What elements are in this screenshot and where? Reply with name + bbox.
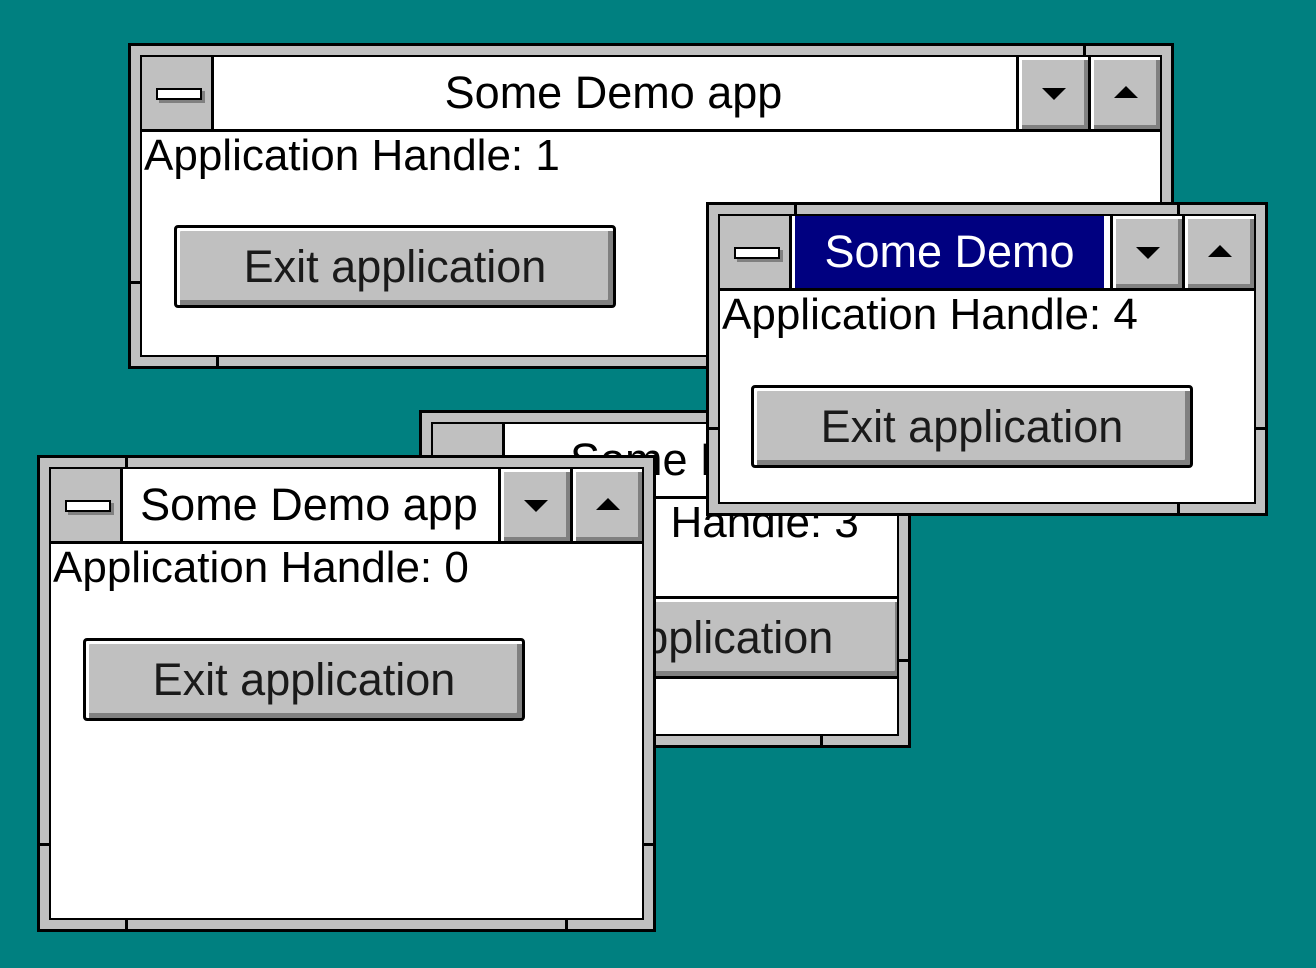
system-menu-icon[interactable]	[51, 469, 123, 541]
frame-notch	[565, 920, 568, 929]
maximize-arrow-icon	[595, 498, 620, 510]
frame-notch	[794, 205, 797, 214]
frame-notch	[1177, 205, 1180, 214]
window-client-area: Some Demo Application Handle: 4 Exit app…	[718, 214, 1256, 504]
exit-application-button[interactable]: Exit application	[174, 225, 616, 308]
exit-application-button[interactable]: Exit application	[751, 385, 1193, 468]
frame-notch	[40, 843, 49, 846]
system-menu-icon[interactable]	[142, 57, 214, 129]
application-handle-label: Application Handle: 1	[144, 131, 560, 180]
application-handle-label: Application Handle: 0	[53, 543, 469, 592]
maximize-arrow-icon	[1113, 86, 1138, 98]
frame-notch	[125, 458, 128, 467]
frame-notch	[131, 281, 140, 284]
frame-notch	[709, 427, 718, 430]
maximize-arrow-icon	[1207, 245, 1232, 257]
frame-notch	[1177, 504, 1180, 513]
frame-notch	[644, 843, 653, 846]
window-handle-4[interactable]: Some Demo Application Handle: 4 Exit app…	[706, 202, 1268, 516]
frame-notch	[125, 920, 128, 929]
desktop: Some Demo app Application Handle: 1 Exit…	[0, 0, 1316, 968]
title-bar[interactable]: Some Demo app	[51, 469, 642, 544]
frame-notch	[1256, 427, 1265, 430]
title-bar[interactable]: Some Demo	[720, 216, 1254, 291]
minimize-arrow-icon	[1135, 247, 1160, 259]
maximize-button[interactable]	[1088, 57, 1160, 129]
window-title: Some Demo	[795, 216, 1104, 288]
minimize-arrow-icon	[523, 500, 548, 512]
minimize-button[interactable]	[1016, 57, 1088, 129]
minimize-button[interactable]	[498, 469, 570, 541]
title-bar[interactable]: Some Demo app	[142, 57, 1160, 132]
minimize-arrow-icon	[1041, 88, 1066, 100]
window-client-area: Some Demo app Application Handle: 0 Exit…	[49, 467, 644, 920]
minimize-button[interactable]	[1110, 216, 1182, 288]
window-title: Some Demo app	[444, 67, 783, 118]
frame-notch	[1083, 46, 1086, 55]
frame-notch	[899, 659, 908, 662]
frame-notch	[820, 736, 823, 745]
window-handle-0[interactable]: Some Demo app Application Handle: 0 Exit…	[37, 455, 656, 932]
frame-notch	[216, 357, 219, 366]
application-handle-label: Application Handle: 4	[722, 290, 1138, 339]
system-menu-icon[interactable]	[720, 216, 792, 288]
maximize-button[interactable]	[570, 469, 642, 541]
maximize-button[interactable]	[1182, 216, 1254, 288]
window-title: Some Demo app	[140, 479, 478, 530]
exit-application-button[interactable]: Exit application	[83, 638, 525, 721]
